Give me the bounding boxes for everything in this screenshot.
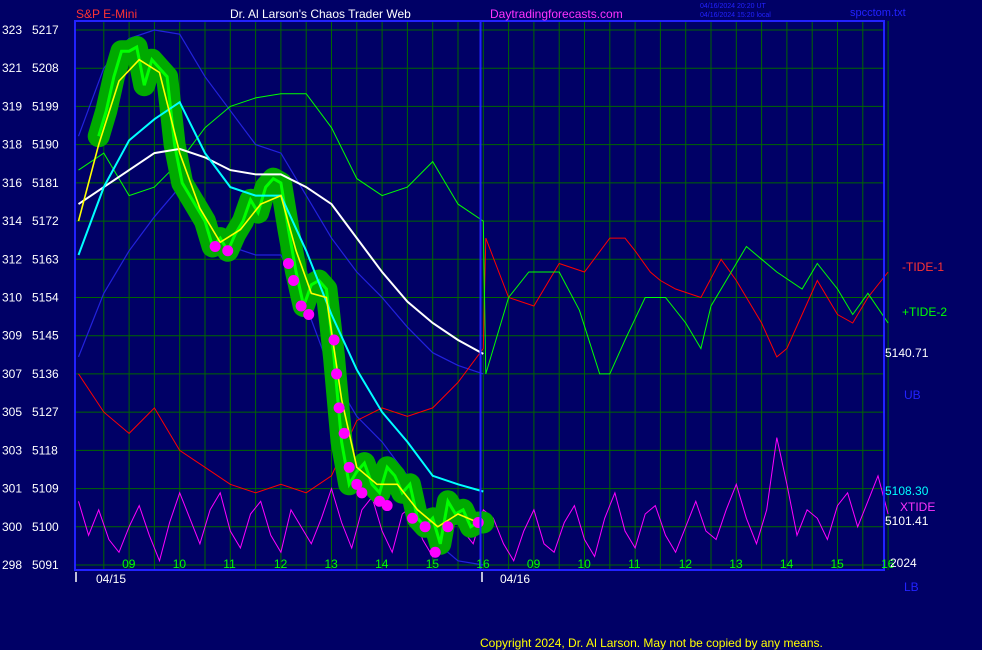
y-tick-label-a: 307 (2, 367, 22, 381)
x-tick-label: 09 (527, 557, 541, 571)
label-ema-slow-last: 5140.71 (885, 346, 929, 360)
x-tick-label: 15 (831, 557, 845, 571)
y-tick-label-a: 312 (2, 252, 22, 266)
sell-dot (472, 517, 484, 529)
instrument-title: S&P E-Mini (76, 7, 137, 21)
y-tick-label-b: 5145 (32, 329, 59, 343)
y-tick-label-b: 5100 (32, 520, 59, 534)
y-tick-label-a: 305 (2, 405, 22, 419)
sell-dot (303, 308, 315, 320)
y-tick-label-b: 5091 (32, 558, 59, 572)
y-tick-label-b: 5208 (32, 61, 59, 75)
copyright-notice: Copyright 2024, Dr. Al Larson. May not b… (480, 636, 823, 650)
y-tick-label-a: 309 (2, 329, 22, 343)
data-file-name: spcctom.txt (850, 7, 906, 19)
label-lb: LB (904, 580, 919, 594)
y-tick-label-a: 298 (2, 558, 22, 572)
y-tick-label-b: 5136 (32, 367, 59, 381)
date-label: 04/16 (500, 572, 530, 586)
y-tick-label-b: 5172 (32, 214, 59, 228)
x-tick-label: 10 (173, 557, 187, 571)
y-tick-label-a: 310 (2, 291, 22, 305)
y-tick-label-b: 5118 (32, 443, 58, 457)
sell-dot (356, 487, 368, 499)
label-ub: UB (904, 388, 921, 402)
sell-dot (343, 461, 355, 473)
sell-dot (288, 275, 300, 287)
y-tick-label-a: 301 (2, 482, 22, 496)
sell-dot (282, 258, 294, 270)
x-tick-label: 13 (325, 557, 339, 571)
x-tick-label: 12 (679, 557, 693, 571)
y-tick-label-a: 314 (2, 214, 22, 228)
site-link[interactable]: Daytradingforecasts.com (490, 7, 623, 21)
chaos-trader-chart: 323 5217 321 5208 319 5199 318 5190 316 5181 314 51… (0, 0, 982, 650)
timestamp-ut: 04/16/2024 20:20 UT (700, 3, 766, 10)
y-tick-label-b: 5181 (32, 176, 59, 190)
y-tick-label-b: 5163 (32, 252, 59, 266)
sell-dot (381, 500, 393, 512)
sell-dot (209, 241, 221, 253)
sell-dot (333, 402, 345, 414)
y-tick-label-b: 5190 (32, 138, 59, 152)
sell-dot (295, 300, 307, 312)
label-xtide: XTIDE (900, 500, 935, 514)
x-tick-label: 11 (223, 557, 236, 571)
y-tick-label-a: 303 (2, 443, 22, 457)
x-tick-label: 15 (426, 557, 440, 571)
label-last-price: 5101.41 (885, 514, 929, 528)
x-tick-label: 13 (729, 557, 743, 571)
chart-background (0, 0, 982, 650)
y-tick-label-b: 5127 (32, 405, 59, 419)
label-ema-mid-last: 5108.30 (885, 484, 929, 498)
y-tick-label-a: 316 (2, 176, 22, 190)
x-tick-label: 10 (578, 557, 592, 571)
sell-dot (331, 368, 343, 380)
y-tick-label-b: 5109 (32, 482, 59, 496)
label-year: 2024 (890, 556, 917, 570)
y-tick-label-a: 323 (2, 23, 22, 37)
y-tick-label-a: 318 (2, 138, 22, 152)
sell-dot (442, 521, 454, 533)
x-tick-label: 14 (375, 557, 389, 571)
timestamp-local: 04/16/2024 15:20 local (700, 12, 771, 19)
sell-dot (406, 512, 418, 524)
y-tick-label-a: 321 (2, 61, 22, 75)
y-tick-label-a: 300 (2, 520, 22, 534)
sell-dot (222, 245, 234, 257)
sell-dot (419, 521, 431, 533)
sell-dot (328, 334, 340, 346)
y-tick-label-a: 319 (2, 99, 22, 113)
label-tide2: +TIDE-2 (902, 305, 947, 319)
x-tick-label: 11 (628, 557, 641, 571)
date-label: 04/15 (96, 572, 126, 586)
x-tick-label: 12 (274, 557, 288, 571)
label-tide1: -TIDE-1 (902, 260, 944, 274)
site-title: Dr. Al Larson's Chaos Trader Web (230, 7, 411, 21)
y-tick-label-b: 5154 (32, 291, 59, 305)
x-tick-label: 14 (780, 557, 794, 571)
sell-dot (338, 427, 350, 439)
y-tick-label-b: 5199 (32, 99, 59, 113)
x-tick-label: 16 (476, 557, 490, 571)
y-tick-label-b: 5217 (32, 23, 59, 37)
x-tick-label: 09 (122, 557, 136, 571)
